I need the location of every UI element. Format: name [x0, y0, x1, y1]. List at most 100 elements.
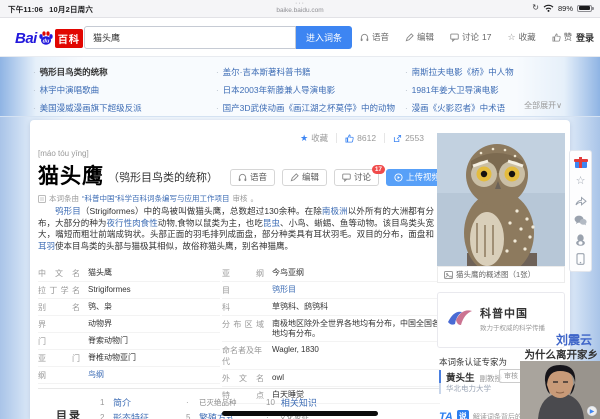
bullet-icon: · [405, 103, 408, 113]
search-input[interactable] [84, 26, 296, 49]
disambiguation-label[interactable]: 鸮形目鸟类的统称 [40, 66, 108, 78]
toc-number: · [186, 398, 189, 407]
infobox-row: 亚门 脊椎动物亚门 [38, 350, 220, 367]
infobox-value-link[interactable]: 鸟纲 [88, 370, 104, 381]
disambiguation-label[interactable]: 国产3D武侠动画《画江湖之杯莫停》中的动物 [223, 102, 395, 114]
owl-summary-image[interactable] [437, 133, 565, 266]
disambiguation-label[interactable]: 美国漫威漫画旗下超级反派 [40, 102, 142, 114]
bullet-icon: · [33, 85, 36, 95]
page-subtitle: （鸮形目鸟类的统称） [108, 172, 218, 184]
infobox-label: 中文名 [38, 269, 80, 278]
toc-subitem[interactable]: · 已灭绝品种 [186, 395, 237, 410]
disambiguation-item[interactable]: · 林宇中演唱歌曲 [33, 81, 142, 99]
entry-link[interactable]: 耳羽 [38, 241, 55, 251]
disambiguation-item[interactable]: · 1981年姜大卫导演电影 [405, 81, 514, 99]
disambiguation-label[interactable]: 日本2003年新藤兼人导演电影 [223, 84, 335, 96]
favorite-stat-button[interactable]: ★ 收藏 [292, 132, 336, 144]
nav-like-label: 赞 [563, 32, 573, 42]
disambiguation-col-2: · 盖尔·吉本斯著科普书籍 · 日本2003年新藤兼人导演电影 · 国产3D武侠动画《… [216, 63, 395, 117]
nav-like-button[interactable]: 赞 [552, 31, 573, 43]
disambiguation-label[interactable]: 南斯拉夫电影《桥》中人物 [412, 66, 514, 78]
qq-icon[interactable] [574, 234, 587, 247]
toc-item[interactable]: 2 形态特征 [100, 410, 149, 419]
nav-edit-button[interactable]: 编辑 [405, 31, 434, 43]
home-indicator[interactable] [222, 411, 378, 416]
baidu-baike-logo[interactable]: Bai du 百科 [15, 27, 83, 49]
share-count: 2553 [405, 133, 424, 143]
voice-button[interactable]: 语音 [230, 168, 276, 186]
infobox-label: 界 [38, 320, 46, 329]
headphone-icon [238, 173, 247, 181]
discuss-button[interactable]: 讨论 17 [334, 164, 386, 186]
speaker-photo[interactable]: ▶ [520, 361, 600, 419]
image-caption-bar[interactable]: 猫头鹰的概述图（1张） [437, 266, 565, 283]
disambiguation-item[interactable]: · 盖尔·吉本斯著科普书籍 [216, 63, 395, 81]
share-stat-button[interactable]: 2553 [384, 133, 432, 143]
tab-indicator[interactable]: ··· baike.baidu.com [0, 0, 600, 15]
toc-link[interactable]: 形态特征 [113, 411, 149, 419]
nav-discuss-label: 讨论 [462, 32, 480, 42]
nav-voice-button[interactable]: 语音 [360, 31, 389, 43]
url-text[interactable]: baike.baidu.com [0, 7, 600, 15]
wechat-icon[interactable] [574, 214, 587, 227]
article-stats: ★ 收藏 8612 2553 [30, 132, 432, 144]
toc-link[interactable]: 简介 [113, 396, 131, 409]
infobox-label: 门 [38, 337, 46, 346]
login-button[interactable]: 登录 [576, 31, 594, 44]
pencil-icon [405, 32, 414, 41]
disambiguation-item[interactable]: · 美国漫威漫画旗下超级反派 [33, 99, 142, 117]
entry-link[interactable]: 夜行性肉食性 [106, 218, 157, 228]
share-forward-icon[interactable] [574, 195, 587, 208]
disambiguation-item[interactable]: · 鸮形目鸟类的统称 [33, 63, 142, 81]
notice-project-link[interactable]: “科普中国”科学百科词条编写与应用工作项目 [82, 193, 230, 204]
nav-favorite-button[interactable]: ☆ 收藏 [508, 31, 536, 43]
battery-percent: 89% [557, 3, 573, 13]
infobox-left-column: 中文名 猫头鹰 拉丁学名 Strigiformes 别名 鸮、枭 界 动物界 门 脊索动物… [38, 265, 220, 384]
entry-link[interactable]: 鸮形目 [55, 206, 81, 216]
expand-all-label: 全部展开 [524, 101, 557, 110]
disambiguation-item[interactable]: · 南斯拉夫电影《桥》中人物 [405, 63, 514, 81]
infobox-row: 科 草鸮科、鸱鸮科 [222, 299, 440, 316]
nav-discuss-button[interactable]: 讨论 17 [450, 31, 492, 43]
toc-number: 2 [100, 413, 105, 419]
infobox-row: 外文名 owl [222, 370, 440, 387]
disambiguation-label[interactable]: 盖尔·吉本斯著科普书籍 [223, 66, 311, 78]
toc-item[interactable]: 10 相关知识 [266, 395, 317, 410]
enter-entry-button[interactable]: 进入词条 [296, 26, 352, 49]
expert-name[interactable]: 黄头生 [446, 370, 475, 384]
logo-baike-text: 百科 [54, 28, 83, 48]
disambiguation-label[interactable]: 漫画《火影忍者》中术语 [412, 102, 506, 114]
disambiguation-item[interactable]: · 漫画《火影忍者》中术语 [405, 99, 514, 117]
entry-link[interactable]: 南极洲 [322, 206, 348, 216]
expert-name-row[interactable]: 黄头生 副教授 [439, 370, 502, 384]
edit-button[interactable]: 编辑 [282, 168, 328, 186]
overlay-action-icon[interactable]: ▶ [587, 406, 597, 416]
tashuo-logo-shuo: 说 [456, 410, 469, 419]
infobox-value-link[interactable]: 鸮形目 [272, 285, 296, 296]
infobox-value: 南极地区除外全世界各地均有分布，中国全国各地均有分布。 [272, 319, 440, 338]
svg-text:du: du [42, 39, 49, 45]
mobile-phone-icon[interactable] [574, 253, 587, 266]
entry-link[interactable]: 昆虫 [263, 218, 280, 228]
infobox-label: 目 [222, 286, 230, 295]
expand-all-button[interactable]: 全部展开∨ [524, 100, 562, 111]
disambiguation-label[interactable]: 1981年姜大卫导演电影 [412, 84, 499, 96]
toc-link[interactable]: 相关知识 [281, 396, 317, 409]
disambiguation-label[interactable]: 林宇中演唱歌曲 [40, 84, 100, 96]
toc-link[interactable]: 已灭绝品种 [199, 397, 237, 408]
paragraph-text: 动物,食物以鼠类为主，也吃 [157, 217, 263, 228]
bullet-icon: · [405, 85, 408, 95]
favorite-star-icon[interactable]: ☆ [574, 175, 587, 188]
gift-icon[interactable] [573, 156, 588, 169]
overlay-speaker-name: 刘震云 [555, 333, 592, 347]
expert-organization: 华北电力大学 [439, 383, 491, 394]
disambiguation-item[interactable]: · 国产3D武侠动画《画江湖之杯莫停》中的动物 [216, 99, 395, 117]
title-row: 猫头鹰 （鸮形目鸟类的统称） 语音 编辑 讨论 17 上传视频 [38, 160, 449, 190]
video-overlay[interactable]: 刘震云 为什么离开家乡 ▶ [505, 328, 600, 419]
like-stat-button[interactable]: 8612 [336, 133, 384, 143]
infobox-label: 科 [222, 303, 230, 312]
disambiguation-col-1: · 鸮形目鸟类的统称 · 林宇中演唱歌曲 · 美国漫威漫画旗下超级反派 [33, 63, 142, 117]
infobox-value: Wagler, 1830 [272, 345, 319, 354]
disambiguation-item[interactable]: · 日本2003年新藤兼人导演电影 [216, 81, 395, 99]
toc-item[interactable]: 1 简介 [100, 395, 149, 410]
